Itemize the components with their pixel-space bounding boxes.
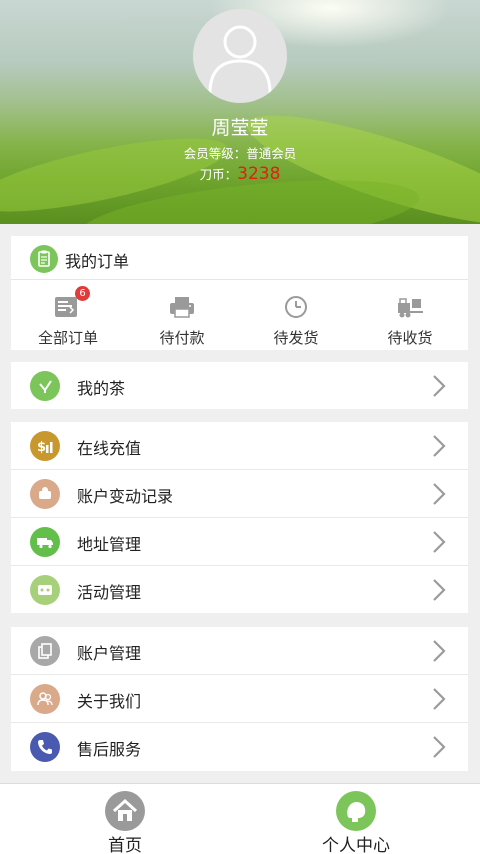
chevron-right-icon — [433, 640, 446, 662]
profile-header: 周莹莹 会员等级：普通会员 刀币：3238 — [0, 0, 480, 224]
order-tab-label: 全部订单 — [37, 329, 98, 347]
menu-item-label: 我的茶 — [77, 379, 126, 398]
tea-sprout-icon — [30, 371, 60, 401]
menu-item-label: 账户变动记录 — [77, 487, 174, 506]
order-status-row: 6 全部订单 待付款 待发货 待收货 — [11, 280, 468, 350]
clipboard-icon — [30, 245, 58, 273]
chevron-right-icon — [433, 688, 446, 710]
chevron-right-icon — [433, 736, 446, 758]
menu-item-label: 在线充值 — [77, 439, 142, 458]
member-level: 会员等级：普通会员 — [183, 146, 297, 161]
my-orders-title: 我的订单 — [65, 252, 130, 271]
printer-icon — [170, 297, 194, 318]
order-tab-label: 待发货 — [273, 329, 319, 347]
chevron-right-icon — [433, 531, 446, 553]
coins-row: 刀币：3238 — [0, 164, 480, 184]
activity-icon — [30, 575, 60, 605]
account-icon — [30, 636, 60, 666]
chevron-right-icon — [433, 435, 446, 457]
menu-item-account-management[interactable]: 账户管理 — [11, 627, 468, 675]
user-silhouette-icon — [208, 25, 272, 94]
record-icon — [30, 479, 60, 509]
about-users-icon — [30, 684, 60, 714]
svg-text:$: $ — [37, 440, 46, 455]
clock-icon — [285, 296, 307, 318]
order-tab-pending-receipt[interactable]: 待收货 — [353, 280, 467, 350]
coins-label: 刀币： — [199, 167, 238, 182]
home-icon — [105, 791, 145, 831]
my-tea-card: 我的茶 — [11, 362, 468, 409]
tab-home[interactable]: 首页 — [5, 784, 245, 854]
tab-personal-center[interactable]: 个人中心 — [236, 784, 476, 854]
coins-value: 3238 — [237, 164, 281, 184]
order-count-badge: 6 — [75, 286, 90, 301]
menu-item-label: 账户管理 — [77, 644, 142, 663]
menu-item-label: 售后服务 — [77, 740, 142, 759]
menu-item-address-management[interactable]: 地址管理 — [11, 518, 468, 566]
my-orders-header[interactable]: 我的订单 — [11, 236, 468, 280]
my-orders-card: 我的订单 6 全部订单 待付款 待发货 待收货 — [11, 236, 468, 350]
tab-label: 首页 — [108, 836, 142, 854]
menu-item-label: 地址管理 — [77, 535, 142, 554]
order-tab-all[interactable]: 6 全部订单 — [11, 280, 125, 350]
account-menu-card: 账户管理 关于我们 售后服务 — [11, 627, 468, 771]
menu-item-after-sales[interactable]: 售后服务 — [11, 723, 468, 771]
menu-item-about-us[interactable]: 关于我们 — [11, 675, 468, 723]
truck-icon — [30, 527, 60, 557]
bottom-tab-bar: 首页 个人中心 — [0, 783, 480, 854]
finance-menu-card: $ 在线充值 账户变动记录 地址管理 活动管理 — [11, 422, 468, 613]
menu-item-my-tea[interactable]: 我的茶 — [11, 362, 468, 410]
menu-item-label: 关于我们 — [77, 692, 142, 711]
chevron-right-icon — [433, 483, 446, 505]
chevron-right-icon — [433, 579, 446, 601]
order-tab-label: 待收货 — [387, 329, 433, 347]
chevron-right-icon — [433, 375, 446, 397]
menu-item-account-records[interactable]: 账户变动记录 — [11, 470, 468, 518]
order-tab-pending-shipment[interactable]: 待发货 — [239, 280, 353, 350]
order-tab-pending-payment[interactable]: 待付款 — [125, 280, 239, 350]
menu-item-online-recharge[interactable]: $ 在线充值 — [11, 422, 468, 470]
avatar[interactable] — [193, 9, 287, 103]
menu-item-activity-management[interactable]: 活动管理 — [11, 566, 468, 614]
user-name: 周莹莹 — [211, 117, 269, 139]
order-tab-label: 待付款 — [159, 329, 205, 347]
recharge-icon: $ — [30, 431, 60, 461]
phone-icon — [30, 732, 60, 762]
menu-item-label: 活动管理 — [77, 583, 142, 602]
forklift-icon — [398, 298, 423, 318]
personal-center-icon — [336, 791, 376, 831]
tab-label: 个人中心 — [322, 836, 390, 854]
